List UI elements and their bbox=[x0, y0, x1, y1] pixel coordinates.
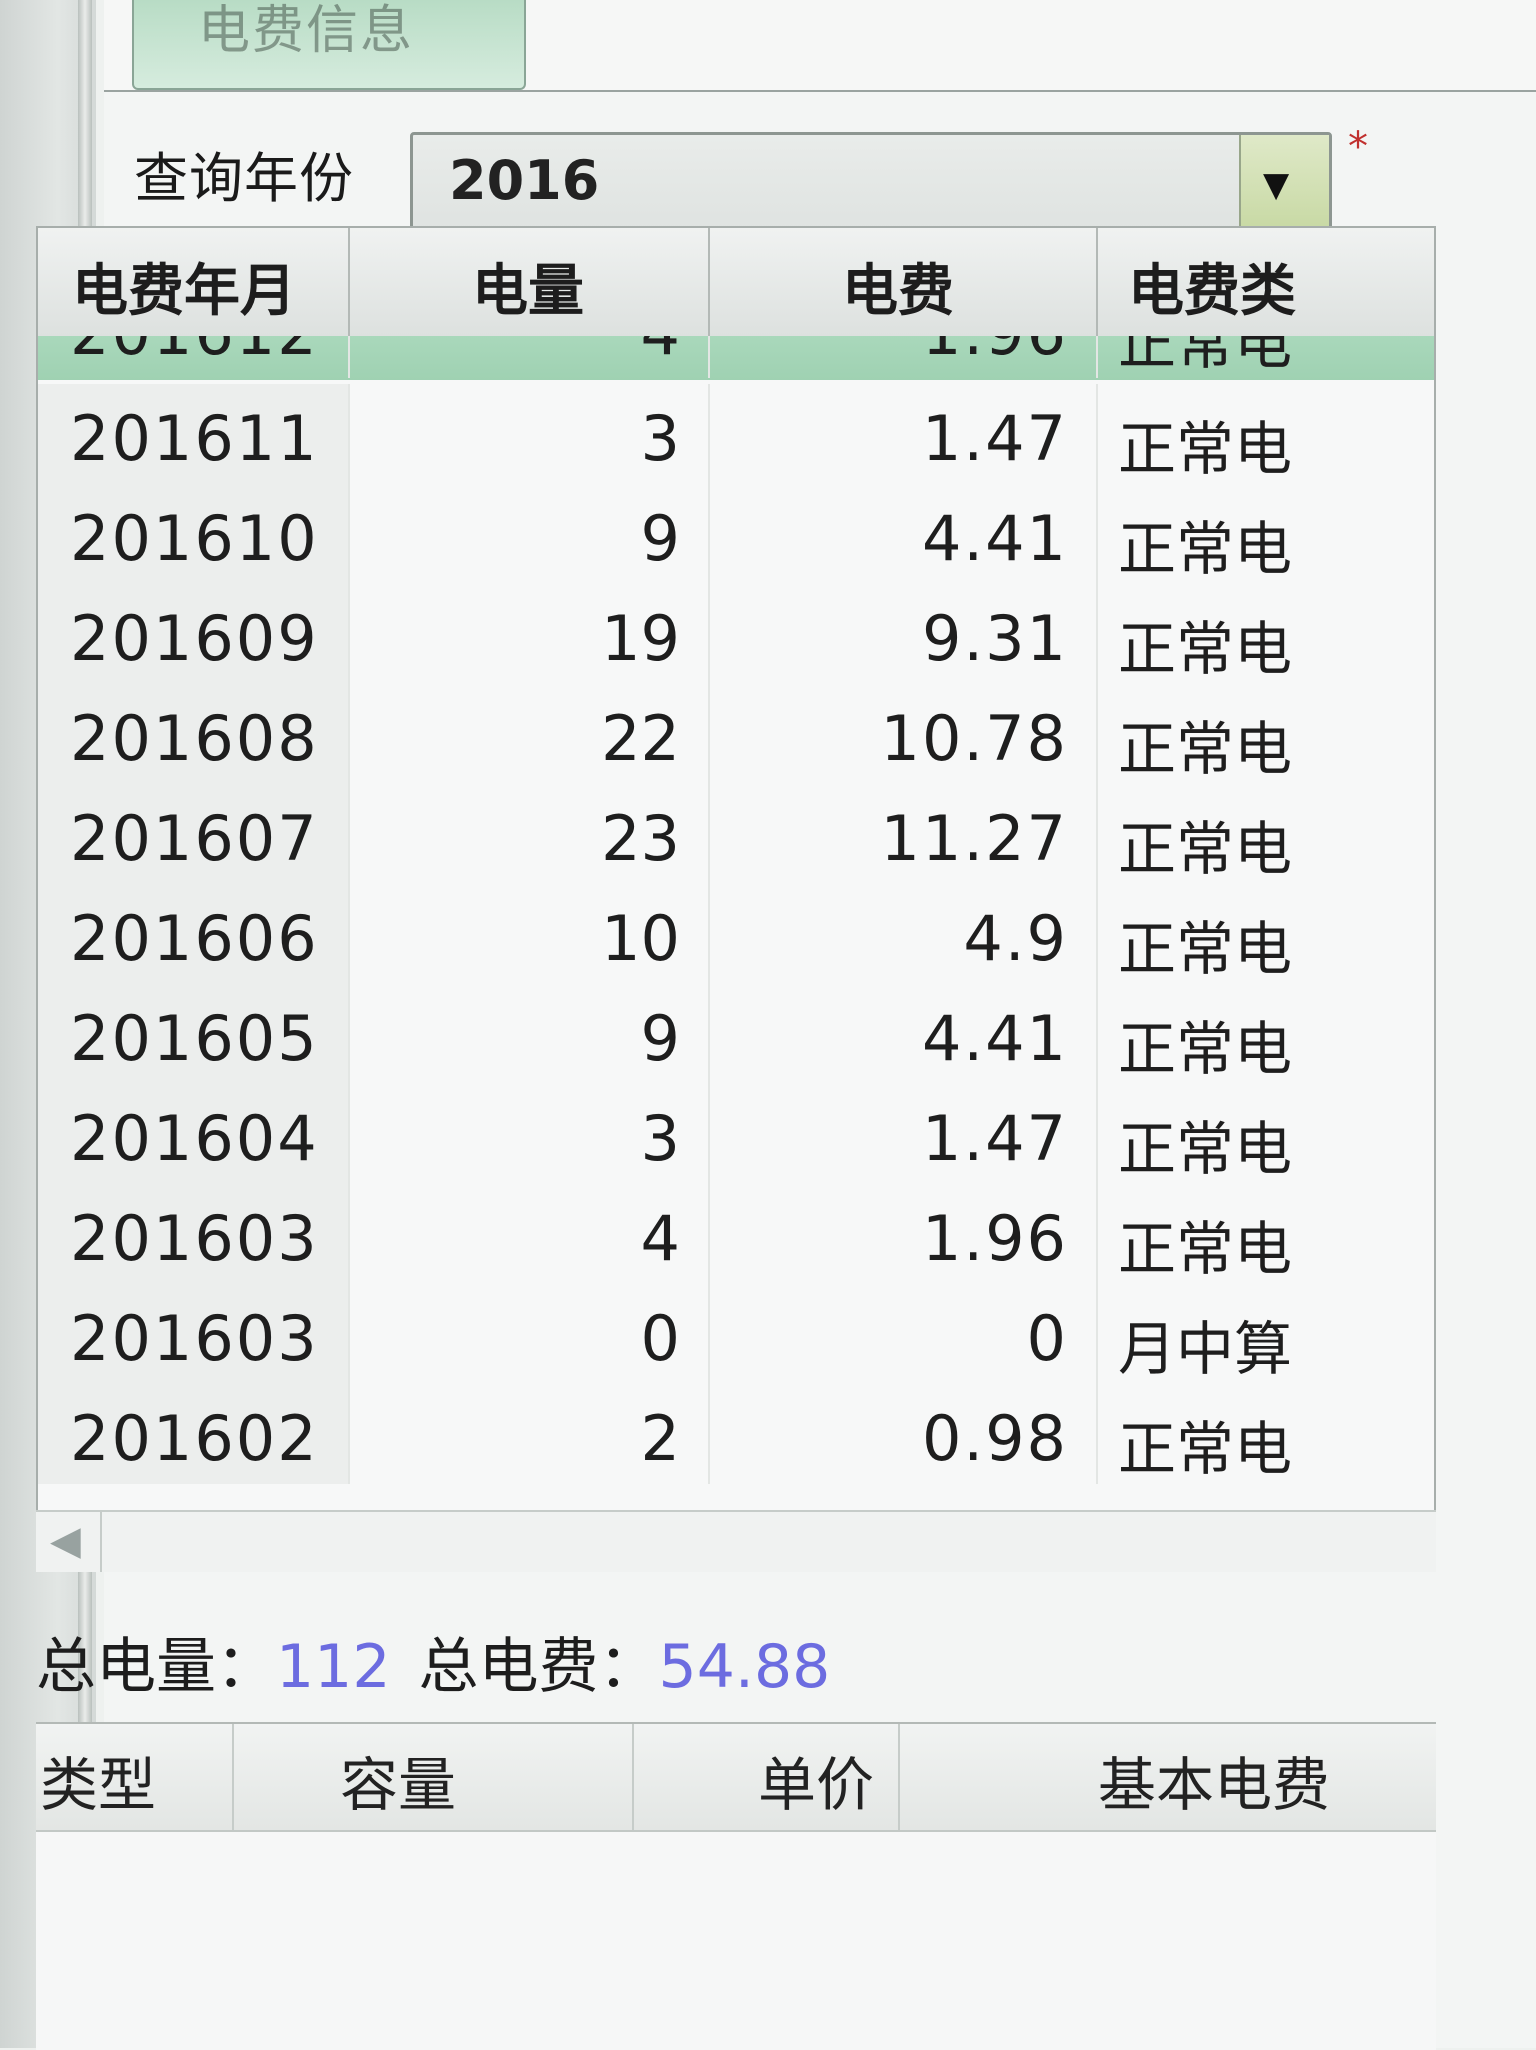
cell-fee: 1.96 bbox=[710, 336, 1098, 378]
cell-usage: 10 bbox=[350, 884, 710, 984]
cell-fee-type: 正常电 bbox=[1098, 484, 1434, 584]
column-header-usage[interactable]: 电量 bbox=[350, 228, 710, 336]
year-select[interactable]: 2016 ▼ bbox=[410, 132, 1332, 232]
table-row[interactable]: 201605 9 4.41 正常电 bbox=[38, 984, 1434, 1084]
cell-fee: 1.47 bbox=[710, 384, 1098, 484]
required-mark: * bbox=[1348, 124, 1368, 170]
total-usage-value: 112 bbox=[276, 1632, 391, 1702]
cell-fee: 0 bbox=[710, 1284, 1098, 1384]
totals-summary: 总电量：112 总电费：54.88 bbox=[36, 1618, 858, 1702]
query-row: 查询年份 2016 ▼ * bbox=[104, 122, 1536, 232]
cell-usage: 9 bbox=[350, 984, 710, 1084]
column-divider bbox=[632, 1724, 634, 1830]
table-row[interactable]: 201606 10 4.9 正常电 bbox=[38, 884, 1434, 984]
cell-fee: 0.98 bbox=[710, 1384, 1098, 1484]
cell-usage: 9 bbox=[350, 484, 710, 584]
table-row[interactable]: 201603 0 0 月中算 bbox=[38, 1284, 1434, 1384]
column-header-label: 电费 bbox=[842, 259, 954, 324]
chevron-down-icon: ▼ bbox=[1263, 165, 1290, 205]
column-divider bbox=[898, 1724, 900, 1830]
horizontal-scrollbar[interactable]: ◀ bbox=[36, 1510, 1436, 1572]
billing-grid[interactable]: 电费年月 电量 电费 电费类 201612 4 1.96 正常电 2016113… bbox=[36, 226, 1436, 1556]
year-dropdown-button[interactable]: ▼ bbox=[1239, 135, 1329, 229]
table-row[interactable]: 201609 19 9.31 正常电 bbox=[38, 584, 1434, 684]
column-divider bbox=[232, 1724, 234, 1830]
column-header-unit-price[interactable]: 单价 bbox=[758, 1738, 874, 1822]
cell-usage: 4 bbox=[350, 1184, 710, 1284]
table-row[interactable]: 201604 3 1.47 正常电 bbox=[38, 1084, 1434, 1184]
cell-month: 201610 bbox=[38, 484, 350, 584]
table-row[interactable]: 201610 9 4.41 正常电 bbox=[38, 484, 1434, 584]
cell-fee-type: 正常电 bbox=[1098, 584, 1434, 684]
cell-month: 201609 bbox=[38, 584, 350, 684]
year-select-value: 2016 bbox=[449, 149, 600, 212]
cell-fee-type: 正常电 bbox=[1098, 1084, 1434, 1184]
cell-fee: 9.31 bbox=[710, 584, 1098, 684]
table-row[interactable]: 201611 3 1.47 正常电 bbox=[38, 384, 1434, 484]
column-header-fee[interactable]: 电费 bbox=[710, 228, 1098, 336]
cell-fee-type: 正常电 bbox=[1098, 336, 1434, 378]
cell-fee: 4.41 bbox=[710, 984, 1098, 1084]
query-year-label: 查询年份 bbox=[134, 147, 354, 210]
tab-electricity-info[interactable]: 电费信息 bbox=[132, 0, 526, 90]
cell-fee: 1.47 bbox=[710, 1084, 1098, 1184]
cell-fee: 10.78 bbox=[710, 684, 1098, 784]
basic-fee-grid[interactable]: 类型 容量 单价 基本电费 bbox=[36, 1722, 1436, 2050]
cell-month: 201606 bbox=[38, 884, 350, 984]
column-header-capacity[interactable]: 容量 bbox=[340, 1738, 456, 1822]
cell-fee-type: 正常电 bbox=[1098, 784, 1434, 884]
cell-fee-type: 正常电 bbox=[1098, 884, 1434, 984]
cell-fee: 4.41 bbox=[710, 484, 1098, 584]
cell-usage: 3 bbox=[350, 1084, 710, 1184]
total-fee-value: 54.88 bbox=[658, 1632, 831, 1702]
cell-usage: 3 bbox=[350, 384, 710, 484]
scroll-left-button[interactable]: ◀ bbox=[36, 1512, 102, 1572]
cell-usage: 23 bbox=[350, 784, 710, 884]
table-row-selected[interactable]: 201612 4 1.96 正常电 bbox=[38, 336, 1434, 380]
cell-fee-type: 月中算 bbox=[1098, 1284, 1434, 1384]
cell-month: 201605 bbox=[38, 984, 350, 1084]
table-row[interactable]: 201608 22 10.78 正常电 bbox=[38, 684, 1434, 784]
column-header-label: 电量 bbox=[472, 259, 584, 324]
cell-usage: 19 bbox=[350, 584, 710, 684]
cell-fee-type: 正常电 bbox=[1098, 384, 1434, 484]
column-header-fee-type[interactable]: 电费类 bbox=[1098, 228, 1434, 336]
cell-fee-type: 正常电 bbox=[1098, 684, 1434, 784]
cell-month: 201607 bbox=[38, 784, 350, 884]
basic-fee-grid-header: 类型 容量 单价 基本电费 bbox=[36, 1724, 1436, 1832]
cell-usage: 2 bbox=[350, 1384, 710, 1484]
total-fee-label: 总电费： bbox=[418, 1632, 659, 1702]
cell-fee-type: 正常电 bbox=[1098, 984, 1434, 1084]
cell-month: 201611 bbox=[38, 384, 350, 484]
column-header-month[interactable]: 电费年月 bbox=[38, 228, 350, 336]
table-row[interactable]: 201607 23 11.27 正常电 bbox=[38, 784, 1434, 884]
cell-month: 201603 bbox=[38, 1184, 350, 1284]
tab-bar: 电费信息 bbox=[104, 0, 1536, 92]
cell-month: 201608 bbox=[38, 684, 350, 784]
column-header-label: 电费类 bbox=[1128, 259, 1296, 324]
total-usage-label: 总电量： bbox=[36, 1632, 276, 1702]
column-header-basic-fee[interactable]: 基本电费 bbox=[1098, 1738, 1330, 1822]
column-header-label: 电费年月 bbox=[72, 259, 296, 324]
cell-month: 201603 bbox=[38, 1284, 350, 1384]
cell-month: 201604 bbox=[38, 1084, 350, 1184]
tab-label: 电费信息 bbox=[198, 1, 415, 61]
table-row[interactable]: 201602 2 0.98 正常电 bbox=[38, 1384, 1434, 1484]
table-row[interactable]: 201603 4 1.96 正常电 bbox=[38, 1184, 1434, 1284]
cell-fee-type: 正常电 bbox=[1098, 1384, 1434, 1484]
grid-header: 电费年月 电量 电费 电费类 bbox=[38, 228, 1434, 338]
cell-month: 201602 bbox=[38, 1384, 350, 1484]
cell-usage: 22 bbox=[350, 684, 710, 784]
column-header-category[interactable]: 类型 bbox=[40, 1738, 156, 1822]
scroll-left-arrow-icon: ◀ bbox=[50, 1518, 81, 1564]
cell-fee-type: 正常电 bbox=[1098, 1184, 1434, 1284]
cell-usage: 0 bbox=[350, 1284, 710, 1384]
cell-fee: 4.9 bbox=[710, 884, 1098, 984]
cell-month: 201612 bbox=[38, 336, 350, 378]
cell-usage: 4 bbox=[350, 336, 710, 378]
cell-fee: 1.96 bbox=[710, 1184, 1098, 1284]
cell-fee: 11.27 bbox=[710, 784, 1098, 884]
